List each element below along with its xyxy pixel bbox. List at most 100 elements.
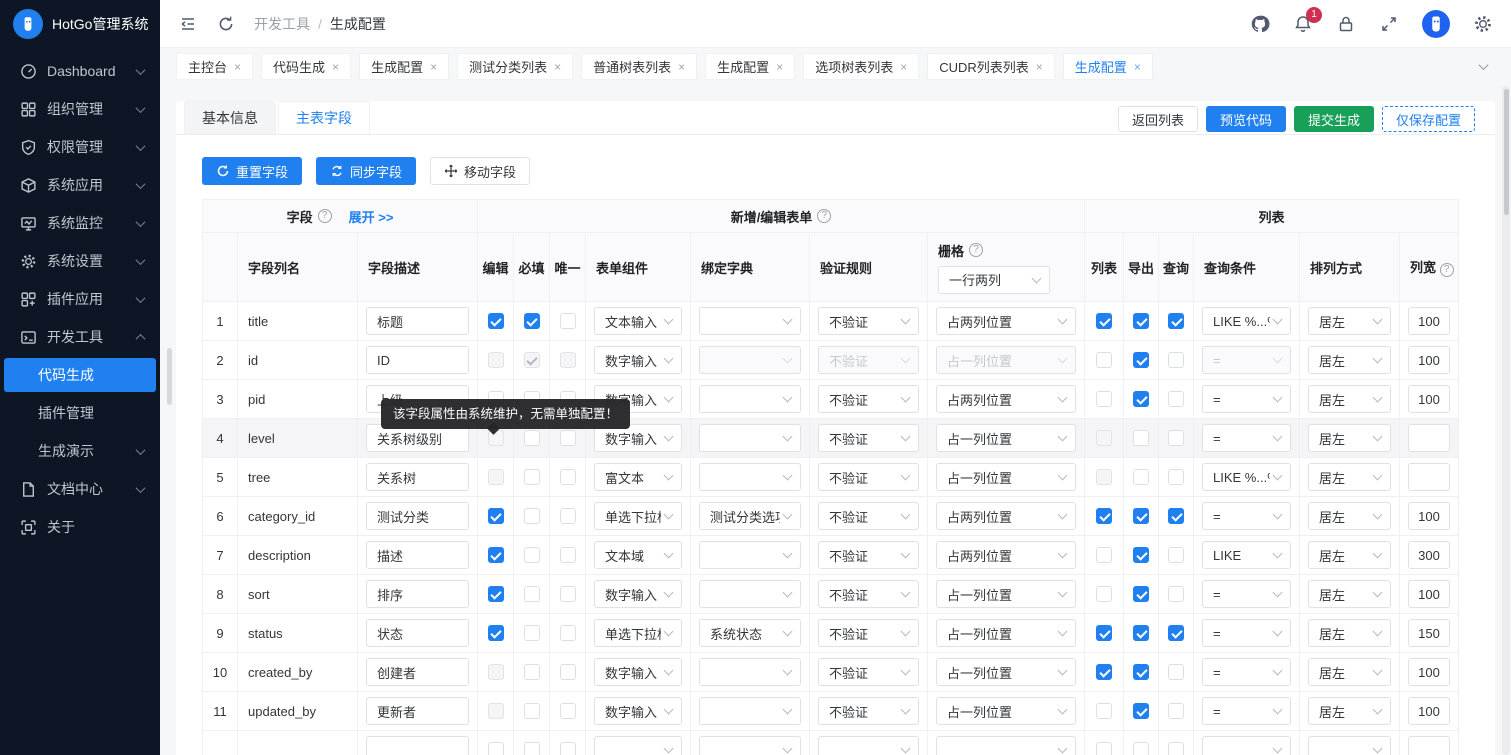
- page-tab-4[interactable]: 普通树表列表×: [581, 53, 697, 80]
- column-width-input[interactable]: [1408, 424, 1450, 452]
- unique-checkbox[interactable]: [560, 742, 576, 755]
- user-avatar[interactable]: [1422, 10, 1450, 38]
- expand-link[interactable]: 展开 >>: [349, 207, 394, 226]
- page-tab-5[interactable]: 生成配置×: [705, 53, 795, 80]
- query-condition-select[interactable]: [1202, 736, 1291, 755]
- export-checkbox[interactable]: [1133, 547, 1149, 563]
- unique-checkbox[interactable]: [560, 586, 576, 602]
- grid-position-select[interactable]: 占两列位置: [936, 541, 1076, 569]
- form-component-select[interactable]: 数字输入: [594, 346, 682, 374]
- grid-position-select[interactable]: 占一列位置: [936, 697, 1076, 725]
- reset-fields-button[interactable]: 重置字段: [202, 157, 302, 185]
- column-width-input[interactable]: 100: [1408, 658, 1450, 686]
- tab-close-icon[interactable]: ×: [332, 60, 339, 74]
- list-checkbox[interactable]: [1096, 703, 1112, 719]
- github-icon[interactable]: [1250, 14, 1270, 34]
- list-checkbox[interactable]: [1096, 547, 1112, 563]
- vertical-scrollbar-thumb[interactable]: [1504, 89, 1509, 215]
- query-checkbox[interactable]: [1168, 742, 1184, 755]
- column-width-input[interactable]: 100: [1408, 580, 1450, 608]
- sidebar-item-addons[interactable]: 插件应用: [4, 282, 156, 316]
- field-desc-input[interactable]: 排序: [366, 580, 469, 608]
- validation-rule-select[interactable]: 不验证: [818, 619, 919, 647]
- query-checkbox[interactable]: [1168, 391, 1184, 407]
- export-checkbox[interactable]: [1133, 391, 1149, 407]
- tabbar-collapse-icon[interactable]: [1480, 63, 1495, 70]
- export-checkbox[interactable]: [1133, 508, 1149, 524]
- page-tab-3[interactable]: 测试分类列表×: [457, 53, 573, 80]
- grid-position-select[interactable]: 占一列位置: [936, 658, 1076, 686]
- query-condition-select[interactable]: =: [1202, 424, 1291, 452]
- help-icon[interactable]: ?: [1440, 263, 1454, 277]
- sidebar-item-auth[interactable]: 权限管理: [4, 130, 156, 164]
- form-component-select[interactable]: 数字输入: [594, 580, 682, 608]
- unique-checkbox[interactable]: [560, 625, 576, 641]
- field-desc-input[interactable]: 更新者: [366, 697, 469, 725]
- sidebar-item-about[interactable]: 关于: [4, 510, 156, 544]
- align-select[interactable]: 居左: [1308, 658, 1391, 686]
- align-select[interactable]: 居左: [1308, 307, 1391, 335]
- column-width-input[interactable]: 100: [1408, 307, 1450, 335]
- align-select[interactable]: 居左: [1308, 619, 1391, 647]
- align-select[interactable]: 居左: [1308, 424, 1391, 452]
- export-checkbox[interactable]: [1133, 430, 1149, 446]
- tab-close-icon[interactable]: ×: [234, 60, 241, 74]
- unique-checkbox[interactable]: [560, 508, 576, 524]
- query-condition-select[interactable]: =: [1202, 697, 1291, 725]
- dict-binding-select[interactable]: [699, 658, 801, 686]
- move-fields-button[interactable]: 移动字段: [430, 157, 530, 185]
- sidebar-item-dashboard[interactable]: Dashboard: [4, 54, 156, 88]
- query-condition-select[interactable]: =: [1202, 580, 1291, 608]
- required-checkbox[interactable]: [524, 703, 540, 719]
- sidebar-item-addon-manage[interactable]: 插件管理: [4, 396, 156, 430]
- query-condition-select[interactable]: =: [1202, 619, 1291, 647]
- export-checkbox[interactable]: [1133, 313, 1149, 329]
- save-config-only-button[interactable]: 仅保存配置: [1382, 106, 1475, 132]
- submit-generate-button[interactable]: 提交生成: [1294, 106, 1374, 132]
- dict-binding-select[interactable]: 测试分类选项: [699, 502, 801, 530]
- help-icon[interactable]: ?: [969, 243, 983, 257]
- edit-checkbox[interactable]: [488, 469, 504, 485]
- query-checkbox[interactable]: [1168, 313, 1184, 329]
- list-checkbox[interactable]: [1096, 430, 1112, 446]
- page-tab-7[interactable]: CUDR列表列表×: [927, 53, 1055, 80]
- edit-checkbox[interactable]: [488, 664, 504, 680]
- required-checkbox[interactable]: [524, 469, 540, 485]
- list-checkbox[interactable]: [1096, 625, 1112, 641]
- unique-checkbox[interactable]: [560, 430, 576, 446]
- edit-checkbox[interactable]: [488, 586, 504, 602]
- unique-checkbox[interactable]: [560, 313, 576, 329]
- required-checkbox[interactable]: [524, 742, 540, 755]
- tab-close-icon[interactable]: ×: [430, 60, 437, 74]
- grid-position-select[interactable]: 占一列位置: [936, 463, 1076, 491]
- query-condition-select[interactable]: LIKE: [1202, 541, 1291, 569]
- validation-rule-select[interactable]: 不验证: [818, 463, 919, 491]
- required-checkbox[interactable]: [524, 664, 540, 680]
- dict-binding-select[interactable]: [699, 346, 801, 374]
- query-condition-select[interactable]: =: [1202, 658, 1291, 686]
- edit-checkbox[interactable]: [488, 313, 504, 329]
- card-tab-base-info[interactable]: 基本信息: [184, 101, 276, 134]
- column-width-input[interactable]: 150: [1408, 619, 1450, 647]
- field-desc-input[interactable]: 创建者: [366, 658, 469, 686]
- sidebar-item-org[interactable]: 组织管理: [4, 92, 156, 126]
- column-width-input[interactable]: [1408, 463, 1450, 491]
- validation-rule-select[interactable]: 不验证: [818, 307, 919, 335]
- required-checkbox[interactable]: [524, 508, 540, 524]
- form-component-select[interactable]: [594, 736, 682, 755]
- list-checkbox[interactable]: [1096, 313, 1112, 329]
- query-checkbox[interactable]: [1168, 508, 1184, 524]
- form-component-select[interactable]: 单选下拉框: [594, 619, 682, 647]
- validation-rule-select[interactable]: 不验证: [818, 346, 919, 374]
- field-desc-input[interactable]: 描述: [366, 541, 469, 569]
- query-checkbox[interactable]: [1168, 703, 1184, 719]
- breadcrumb-section[interactable]: 开发工具: [254, 14, 310, 34]
- tab-close-icon[interactable]: ×: [678, 60, 685, 74]
- edit-checkbox[interactable]: [488, 625, 504, 641]
- export-checkbox[interactable]: [1133, 586, 1149, 602]
- tab-close-icon[interactable]: ×: [900, 60, 907, 74]
- column-width-input[interactable]: 100: [1408, 502, 1450, 530]
- query-checkbox[interactable]: [1168, 625, 1184, 641]
- field-desc-input[interactable]: ID: [366, 346, 469, 374]
- sidebar-item-system-settings[interactable]: 系统设置: [4, 244, 156, 278]
